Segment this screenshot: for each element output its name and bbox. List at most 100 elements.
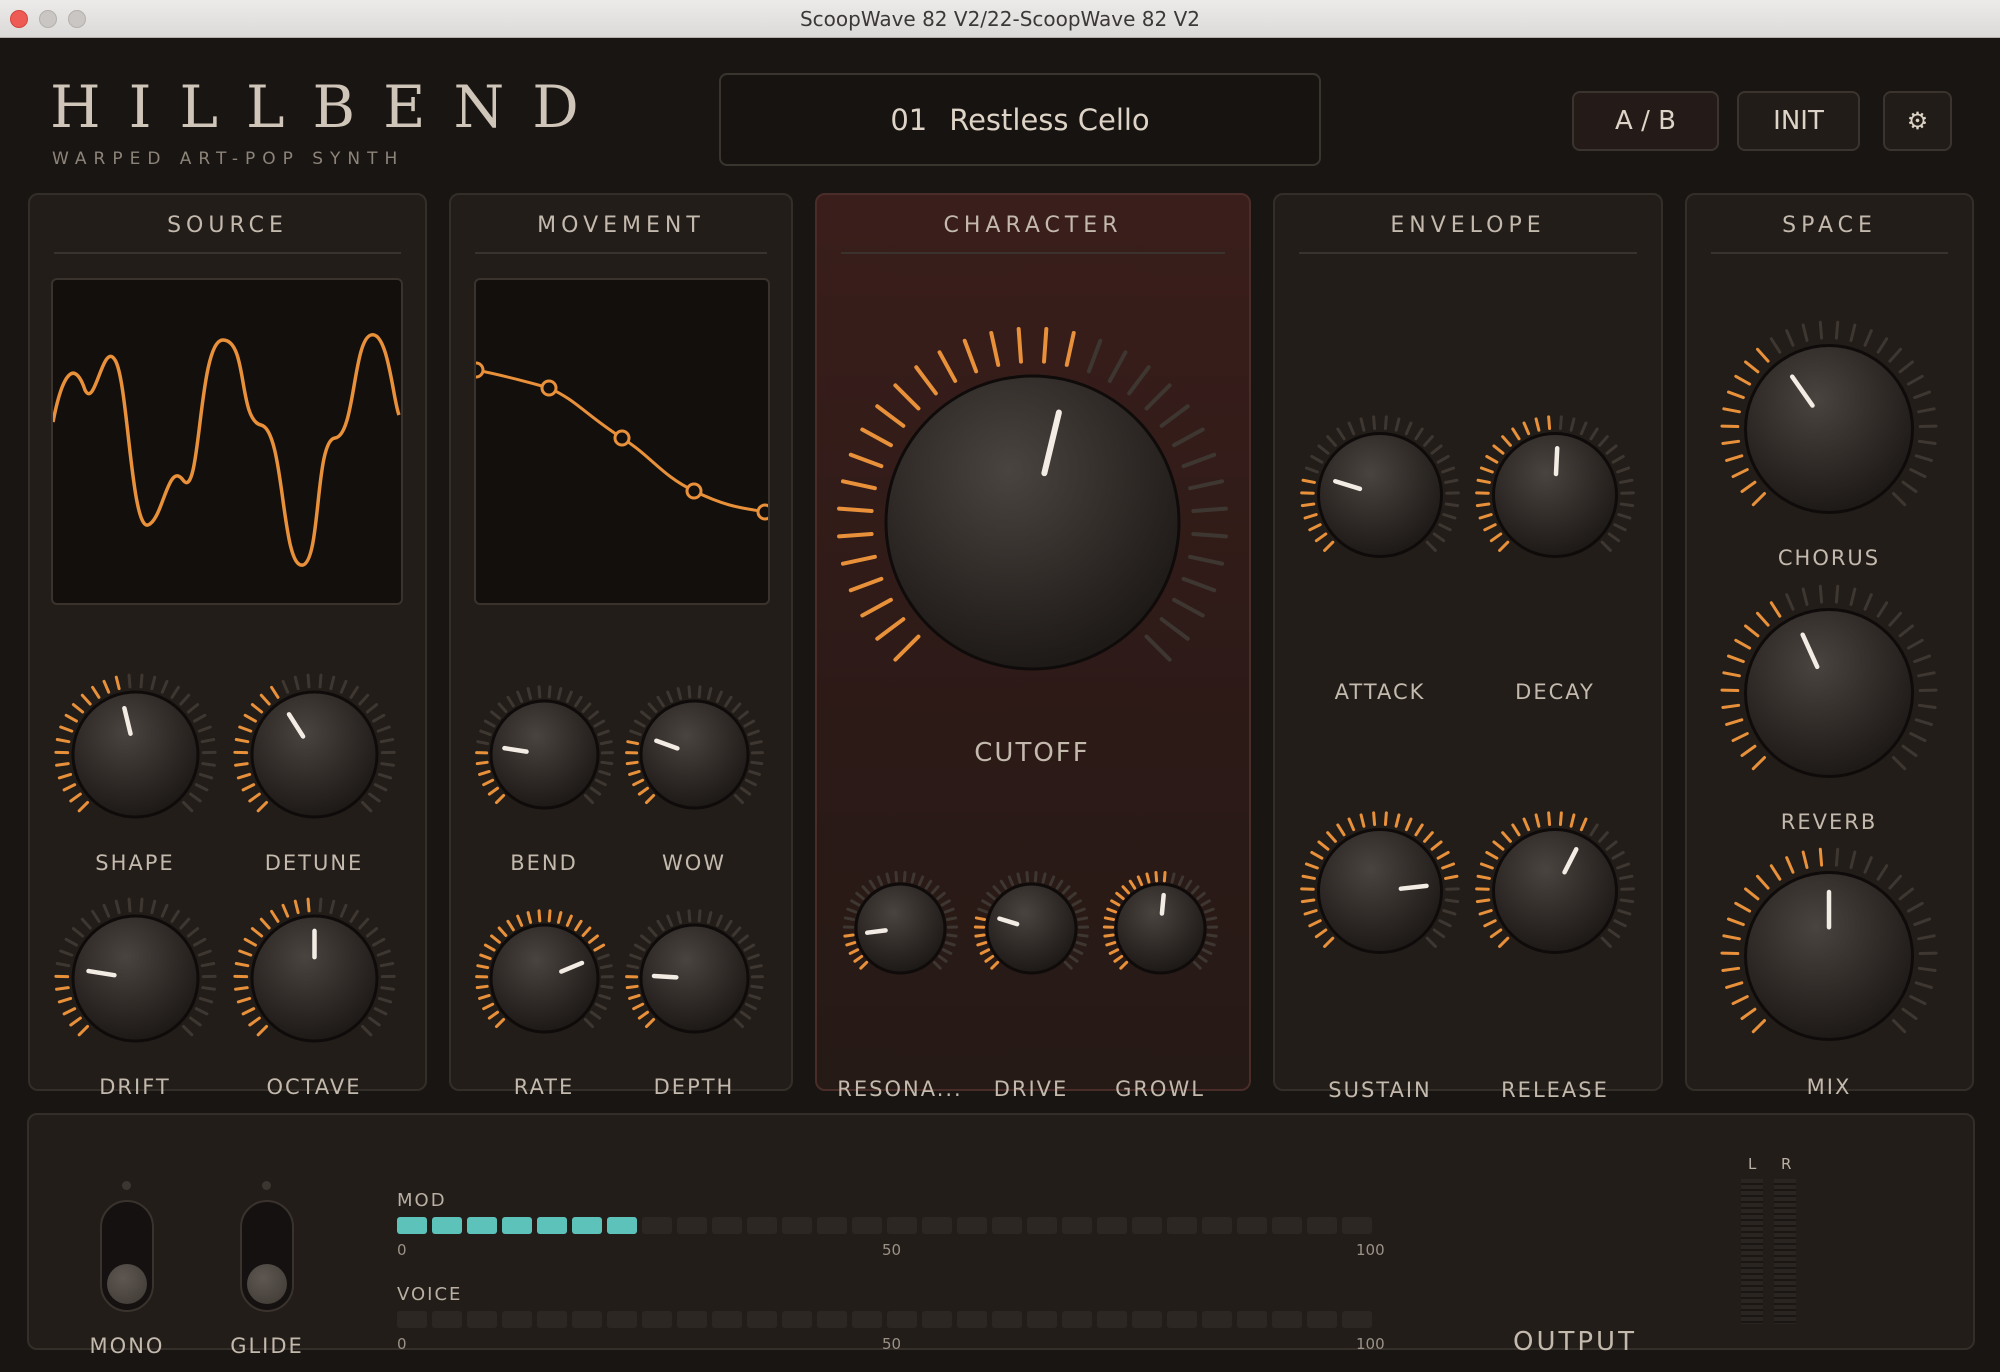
meter-segment	[397, 1217, 427, 1234]
movement-title: MOVEMENT	[475, 213, 767, 254]
bend-knob[interactable]	[469, 679, 620, 830]
meter-segment	[537, 1311, 567, 1328]
drift-label: DRIFT	[99, 1075, 171, 1099]
meter-segment	[1307, 1217, 1337, 1234]
chorus-label: CHORUS	[1777, 546, 1881, 570]
wow-knob[interactable]	[619, 679, 770, 830]
mono-led	[122, 1181, 131, 1190]
meter-segment	[1027, 1217, 1057, 1234]
window-title: ScoopWave 82 V2/22-ScoopWave 82 V2	[799, 7, 1201, 31]
meter-segment	[922, 1217, 952, 1234]
meter-segment	[607, 1217, 637, 1234]
meter-segment	[747, 1311, 777, 1328]
envelope-title: ENVELOPE	[1299, 213, 1637, 254]
curve-node[interactable]	[756, 503, 768, 521]
meter-segment	[432, 1217, 462, 1234]
meter-segment	[1062, 1217, 1092, 1234]
space-title: SPACE	[1711, 213, 1948, 254]
attack-label: ATTACK	[1334, 680, 1426, 704]
drive-knob[interactable]	[969, 866, 1094, 991]
meter-segment	[1342, 1217, 1372, 1234]
sustain-knob[interactable]	[1293, 804, 1467, 978]
character-title: CHARACTER	[841, 213, 1225, 254]
glide-toggle[interactable]	[240, 1200, 294, 1312]
curve-node[interactable]	[540, 379, 558, 397]
depth-pointer	[651, 973, 679, 980]
mono-toggle[interactable]	[100, 1200, 154, 1312]
meter-segment	[1167, 1217, 1197, 1234]
meter-segment	[992, 1311, 1022, 1328]
plugin-ui: HILLBEND WARPED ART-POP SYNTH 01 Restles…	[0, 38, 2000, 1372]
cutoff-knob[interactable]	[822, 312, 1243, 733]
octave-label: OCTAVE	[266, 1075, 362, 1099]
release-label: RELEASE	[1501, 1078, 1609, 1102]
meter-segment	[537, 1217, 567, 1234]
mono-label: MONO	[89, 1334, 165, 1358]
meter-segment	[607, 1311, 637, 1328]
meter-segment	[852, 1217, 882, 1234]
waveform-display	[51, 278, 403, 605]
meter-segment	[957, 1311, 987, 1328]
vu-meter-left	[1741, 1179, 1763, 1324]
voice-meter-label: VOICE	[397, 1284, 463, 1305]
waveform-curve	[53, 333, 401, 567]
meter-segment	[502, 1217, 532, 1234]
meter-segment	[957, 1217, 987, 1234]
window-titlebar: ScoopWave 82 V2/22-ScoopWave 82 V2	[0, 0, 2000, 38]
meter-segment	[572, 1311, 602, 1328]
meter-segment	[1097, 1311, 1127, 1328]
meter-segment	[782, 1217, 812, 1234]
mod-meter-label: MOD	[397, 1190, 447, 1211]
init-button[interactable]: INIT	[1737, 91, 1860, 151]
shape-knob[interactable]	[47, 666, 224, 843]
drift-knob[interactable]	[47, 890, 224, 1067]
resona-knob[interactable]	[838, 866, 963, 991]
resona-pointer	[864, 927, 888, 935]
meter-segment	[1237, 1217, 1267, 1234]
meter-segment	[677, 1217, 707, 1234]
meter-segment	[1097, 1217, 1127, 1234]
reverb-label: REVERB	[1780, 810, 1878, 834]
chorus-knob[interactable]	[1710, 310, 1948, 548]
brand-logo: HILLBEND	[50, 73, 607, 141]
mod-tick-0: 0	[397, 1241, 407, 1259]
release-knob[interactable]	[1468, 804, 1642, 978]
octave-knob[interactable]	[226, 890, 403, 1067]
gear-icon: ⚙	[1906, 107, 1929, 135]
meter-segment	[817, 1217, 847, 1234]
meter-segment	[642, 1217, 672, 1234]
mod-tick-100: 100	[1356, 1241, 1385, 1259]
settings-button[interactable]: ⚙	[1883, 91, 1952, 151]
meter-segment	[782, 1311, 812, 1328]
meter-segment	[397, 1311, 427, 1328]
shape-label: SHAPE	[95, 851, 175, 875]
voice-tick-50: 50	[882, 1335, 902, 1353]
sustain-pointer	[1398, 883, 1429, 891]
meter-segment	[432, 1311, 462, 1328]
preset-selector[interactable]: 01 Restless Cello	[719, 73, 1321, 166]
ab-compare-button[interactable]: A / B	[1572, 91, 1719, 151]
depth-knob[interactable]	[619, 903, 770, 1054]
meter-segment	[677, 1311, 707, 1328]
meter-segment	[502, 1311, 532, 1328]
meter-segment	[1132, 1311, 1162, 1328]
meter-segment	[1202, 1217, 1232, 1234]
reverb-knob[interactable]	[1710, 574, 1948, 812]
meter-segment	[1132, 1217, 1162, 1234]
rate-knob[interactable]	[469, 903, 620, 1054]
growl-knob[interactable]	[1098, 866, 1223, 991]
meter-segment	[467, 1217, 497, 1234]
meter-segment	[712, 1311, 742, 1328]
meter-segment	[887, 1311, 917, 1328]
decay-knob[interactable]	[1468, 408, 1642, 582]
attack-knob[interactable]	[1293, 408, 1467, 582]
detune-label: DETUNE	[264, 851, 364, 875]
detune-knob[interactable]	[226, 666, 403, 843]
vu-right-label: R	[1781, 1155, 1792, 1173]
curve-node[interactable]	[613, 429, 631, 447]
wow-label: WOW	[661, 851, 727, 875]
curve-node[interactable]	[476, 361, 485, 379]
curve-node[interactable]	[685, 482, 703, 500]
mix-knob[interactable]	[1710, 837, 1948, 1075]
voice-tick-100: 100	[1356, 1335, 1385, 1353]
